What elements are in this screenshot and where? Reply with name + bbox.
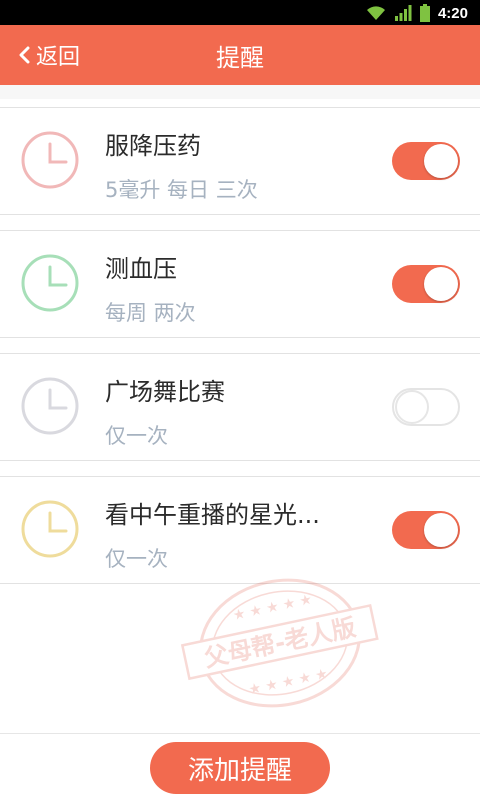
reminder-title: 广场舞比赛 [105, 378, 225, 406]
reminder-item[interactable]: 测血压 每周 两次 [0, 230, 480, 338]
status-bar: 4:20 [0, 0, 480, 25]
reminder-item[interactable]: 服降压药 5毫升 每日 三次 [0, 107, 480, 215]
wifi-icon [366, 6, 385, 20]
toggle-knob [395, 390, 429, 424]
add-reminder-button[interactable]: 添加提醒 [150, 742, 330, 794]
reminder-toggle[interactable] [392, 265, 460, 303]
reminder-item[interactable]: 广场舞比赛 仅一次 [0, 353, 480, 461]
clock-icon [21, 377, 79, 435]
battery-icon [419, 4, 430, 22]
reminder-toggle[interactable] [392, 142, 460, 180]
clock-icon [21, 254, 79, 312]
reminder-title: 看中午重播的星光... [105, 501, 320, 529]
status-icons: 4:20 [366, 3, 468, 23]
signal-icon [394, 5, 412, 21]
reminder-schedule: 仅一次 [105, 547, 168, 571]
clock-icon [21, 131, 79, 189]
reminder-toggle[interactable] [392, 511, 460, 549]
reminder-schedule: 每周 两次 [105, 301, 196, 325]
back-label: 返回 [36, 45, 81, 70]
toggle-knob [424, 513, 458, 547]
status-time: 4:20 [437, 4, 468, 22]
toggle-knob [424, 144, 458, 178]
chevron-left-icon [19, 46, 30, 64]
reminder-title: 测血压 [105, 255, 177, 283]
toggle-knob [424, 267, 458, 301]
watermark-stamp: 父母帮-老人版 ★ ★ ★ ★ ★ ★ ★ ★ ★ ★ [180, 578, 379, 708]
svg-text:★ ★ ★ ★ ★: ★ ★ ★ ★ ★ [247, 666, 329, 698]
nav-bar: 返回 提醒 [0, 25, 480, 85]
bottom-bar: 添加提醒 [0, 733, 480, 800]
reminder-toggle[interactable] [392, 388, 460, 426]
reminder-item[interactable]: 看中午重播的星光... 仅一次 [0, 476, 480, 584]
reminder-schedule: 5毫升 每日 三次 [105, 178, 258, 202]
svg-text:★ ★ ★ ★ ★: ★ ★ ★ ★ ★ [231, 592, 313, 624]
reminder-schedule: 仅一次 [105, 424, 168, 448]
watermark-text: 父母帮-老人版 [202, 613, 358, 672]
list-gap [0, 85, 480, 99]
reminder-title: 服降压药 [105, 132, 201, 160]
clock-icon [21, 500, 79, 558]
back-button[interactable]: 返回 [18, 25, 80, 85]
reminder-list: 服降压药 5毫升 每日 三次 测血压 每周 两次 广场舞比赛 仅一次 看中午重播… [0, 85, 480, 733]
